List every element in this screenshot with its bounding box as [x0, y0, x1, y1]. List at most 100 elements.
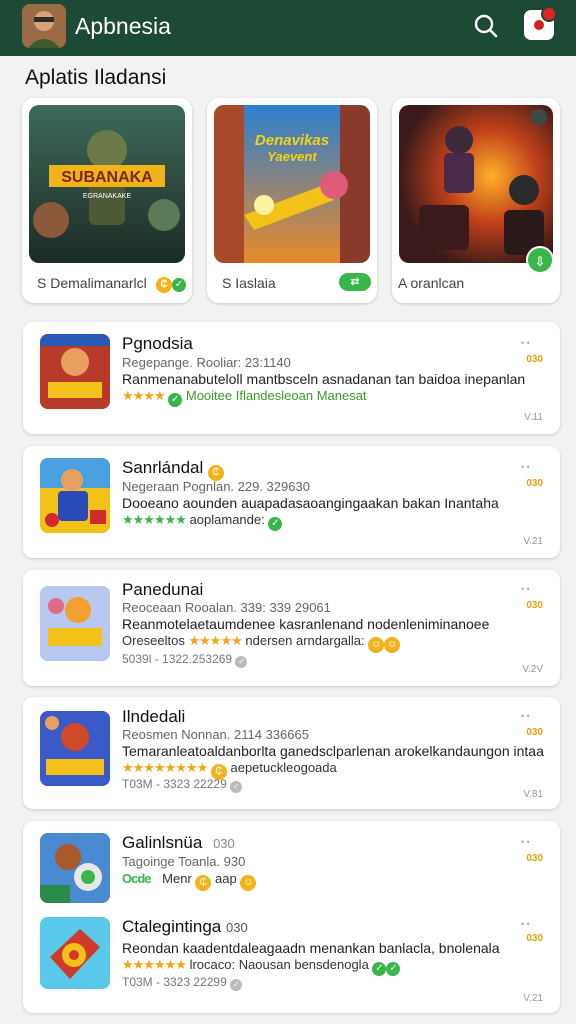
item-version: V.11: [524, 412, 543, 423]
item-thumbnail: [40, 711, 110, 786]
search-button[interactable]: [470, 10, 502, 42]
item-rating-row: ★★★★★★ aoplamande: ✓: [122, 512, 283, 531]
item-meta: T03M - 3323 22299 ✓: [122, 975, 243, 991]
list-card-4[interactable]: Ilndedali Reosmen Nonnan. 2114 336665 Te…: [23, 697, 560, 809]
game-thumb-icon: [40, 334, 110, 409]
list-item[interactable]: Ctalegintinga 030 Reondan kaadentdaleaga…: [23, 913, 560, 1013]
item-subtitle: Tagoinge Toanla. 930: [122, 854, 246, 869]
app-avatar[interactable]: [22, 4, 66, 48]
check-icon: ✓: [372, 962, 387, 976]
rating-stars: ★★★★★★★★: [122, 760, 208, 775]
avatar-portrait-icon: [22, 4, 66, 48]
item-version: V.21: [523, 993, 543, 1004]
emoji-icon: ☺: [240, 875, 257, 891]
featured-card-1[interactable]: SUBANAKA EGRANAKAKE S Demalimanarlcl ₵ ✓: [22, 98, 192, 303]
coin-icon: ₵: [195, 875, 212, 891]
emoji-icon: ☺: [384, 637, 401, 653]
more-icon[interactable]: • •: [521, 837, 530, 847]
item-tag: lrocaco: Naousan bensdenogla: [189, 957, 369, 972]
featured-label-1: S Demalimanarlcl: [37, 275, 147, 291]
item-rating-row: Oreseeltos ★★★★★ ndersen arndargalla: ☺ ☺: [122, 633, 401, 653]
section-title: Aplatis Iladansi: [25, 66, 167, 89]
check-icon: ✓: [235, 656, 248, 668]
featured-badges-1: ₵ ✓: [154, 273, 188, 293]
item-subtitle: Reosmen Nonnan. 2114 336665: [122, 727, 309, 742]
item-name: Pgnodsia: [122, 334, 193, 353]
notification-badge: [541, 6, 557, 22]
more-icon[interactable]: • •: [521, 711, 530, 721]
more-icon[interactable]: • •: [521, 584, 530, 594]
item-count: 030: [526, 853, 543, 864]
item-count: 030: [526, 727, 543, 738]
item-description: Dooeano aounden auapadasaoangingaakan ba…: [122, 495, 499, 511]
item-meta: T03M - 3323 22229 ✓: [122, 777, 243, 793]
check-icon: ✓: [268, 517, 283, 531]
rating-stars: ★★★★★★: [122, 512, 187, 527]
item-subtitle: Negeraan Pognlan. 229. 329630: [122, 479, 310, 494]
check-icon: ✓: [386, 962, 401, 976]
rating-stars: ★★★★★: [188, 633, 243, 648]
item-name-count: 030: [213, 836, 235, 851]
featured-badge-2: ⇄: [339, 273, 371, 291]
more-icon[interactable]: • •: [521, 462, 530, 472]
item-rating-row: ★★★★★★ lrocaco: Naousan bensdenogla ✓ ✓: [122, 957, 401, 976]
featured-label-2: S Iaslaia: [222, 275, 276, 291]
item-thumbnail: [40, 833, 110, 903]
list-card-1[interactable]: Pgnodsia Regepange. Rooliar: 23:1140 Ran…: [23, 322, 560, 434]
item-description: Temaranleatoaldanborlta ganedsclparlenan…: [122, 743, 544, 759]
art-title-2: Denavikas: [255, 132, 329, 149]
search-icon: [474, 14, 498, 38]
rating-stars: ★★★★★★: [122, 957, 187, 972]
art-sub-1: EGRANAKAKE: [83, 193, 132, 200]
game-art-icon: Denavikas Yaevent: [214, 105, 370, 263]
list-card-2[interactable]: Sanrlándal ₵ Negeraan Pognlan. 229. 3296…: [23, 446, 560, 558]
game-thumb-icon: [40, 917, 110, 989]
more-icon[interactable]: • •: [521, 919, 530, 929]
featured-card-2[interactable]: Denavikas Yaevent S Iaslaia ⇄: [207, 98, 377, 303]
featured-art-2: Denavikas Yaevent: [214, 105, 370, 263]
item-name: Sanrlándal ₵: [122, 458, 225, 481]
game-art-icon: SUBANAKA EGRANAKAKE: [29, 105, 185, 263]
featured-card-3[interactable]: A oranlcan ⇩: [392, 98, 560, 303]
more-icon[interactable]: • •: [521, 338, 530, 348]
item-extra: aap: [215, 871, 237, 886]
notification-icon: [534, 20, 544, 30]
game-art-icon: [399, 105, 553, 263]
game-thumb-icon: [40, 586, 110, 661]
item-name: Panedunai: [122, 580, 204, 599]
item-extra: Oreseeltos: [122, 633, 185, 648]
check-icon: ✓: [168, 393, 183, 407]
item-name-count: 030: [225, 920, 248, 935]
item-count: 030: [526, 933, 543, 944]
item-tag: aepetuckleogoada: [230, 760, 337, 775]
item-tag: Mooitee Iflandesleoan Manesat: [185, 388, 367, 403]
item-description: Reanmotelaetaumdenee kasranlenand nodenl…: [122, 616, 490, 632]
item-count: 030: [526, 354, 543, 365]
item-name: Galinlsnüa 030: [122, 833, 235, 852]
item-version: V.2V: [522, 664, 543, 675]
item-rating-row: Ocde Menr ₵ aap ☺: [122, 871, 257, 891]
item-tag: Menr: [162, 871, 192, 886]
featured-art-3: [399, 105, 553, 263]
featured-art-1: SUBANAKA EGRANAKAKE: [29, 105, 185, 263]
item-subtitle: Reoceaan Rooalan. 339: 339 29061: [122, 600, 331, 615]
item-thumbnail: [40, 458, 110, 533]
item-description: Reondan kaadentdaleagaadn menankan banla…: [122, 940, 500, 956]
item-tag: aoplamande:: [189, 512, 265, 527]
rating-stars: ★★★★: [122, 388, 166, 403]
item-count: 030: [526, 600, 543, 611]
check-icon: ✓: [172, 278, 186, 292]
app-title: Apbnesia: [75, 13, 171, 39]
list-item[interactable]: Galinlsnüa 030 Tagoinge Toanla. 930 Ocde…: [23, 821, 560, 911]
game-thumb-icon: [40, 458, 110, 533]
list-card-5[interactable]: Galinlsnüa 030 Tagoinge Toanla. 930 Ocde…: [23, 821, 560, 1013]
item-thumbnail: [40, 917, 110, 989]
download-badge[interactable]: ⇩: [526, 246, 554, 274]
check-icon: ✓: [230, 781, 243, 793]
featured-label-3: A oranlcan: [398, 275, 465, 291]
list-card-3[interactable]: Panedunai Reoceaan Rooalan. 339: 339 290…: [23, 570, 560, 686]
item-rating-row: ★★★★ ✓ Mooitee Iflandesleoan Manesat: [122, 388, 367, 407]
item-thumbnail: [40, 586, 110, 661]
art-title-1: SUBANAKA: [61, 169, 153, 186]
item-version: V.21: [523, 536, 543, 547]
